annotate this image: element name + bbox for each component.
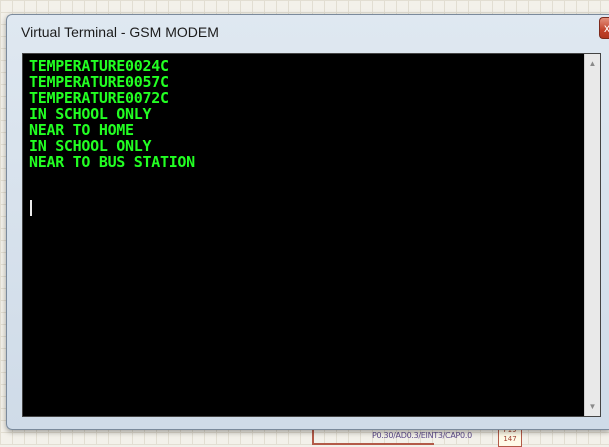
close-button[interactable]: x [599, 17, 609, 39]
scroll-down-arrow-icon[interactable]: ▼ [585, 399, 600, 414]
vertical-scrollbar[interactable]: ▲ ▼ [584, 54, 600, 416]
pin-number: 147 [503, 435, 517, 443]
terminal-line: TEMPERATURE0057C [29, 73, 169, 91]
terminal-line: NEAR TO HOME [29, 121, 134, 139]
close-icon: x [604, 21, 609, 35]
terminal-line: IN SCHOOL ONLY [29, 137, 152, 155]
pin-label: P0.30/AD0.3/EINT3/CAP0.0 [372, 431, 472, 440]
text-cursor [30, 200, 32, 216]
terminal-output[interactable]: TEMPERATURE0024C TEMPERATURE0057C TEMPER… [22, 53, 601, 417]
window-title: Virtual Terminal - GSM MODEM [21, 24, 219, 40]
virtual-terminal-window[interactable]: Virtual Terminal - GSM MODEM x TEMPERATU… [6, 14, 609, 430]
terminal-line: TEMPERATURE0024C [29, 57, 169, 75]
terminal-line: IN SCHOOL ONLY [29, 105, 152, 123]
terminal-lines: TEMPERATURE0024C TEMPERATURE0057C TEMPER… [29, 58, 195, 170]
terminal-line: NEAR TO BUS STATION [29, 153, 195, 171]
title-bar[interactable]: Virtual Terminal - GSM MODEM x [7, 15, 609, 51]
scroll-up-arrow-icon[interactable]: ▲ [585, 56, 600, 71]
terminal-line: TEMPERATURE0072C [29, 89, 169, 107]
